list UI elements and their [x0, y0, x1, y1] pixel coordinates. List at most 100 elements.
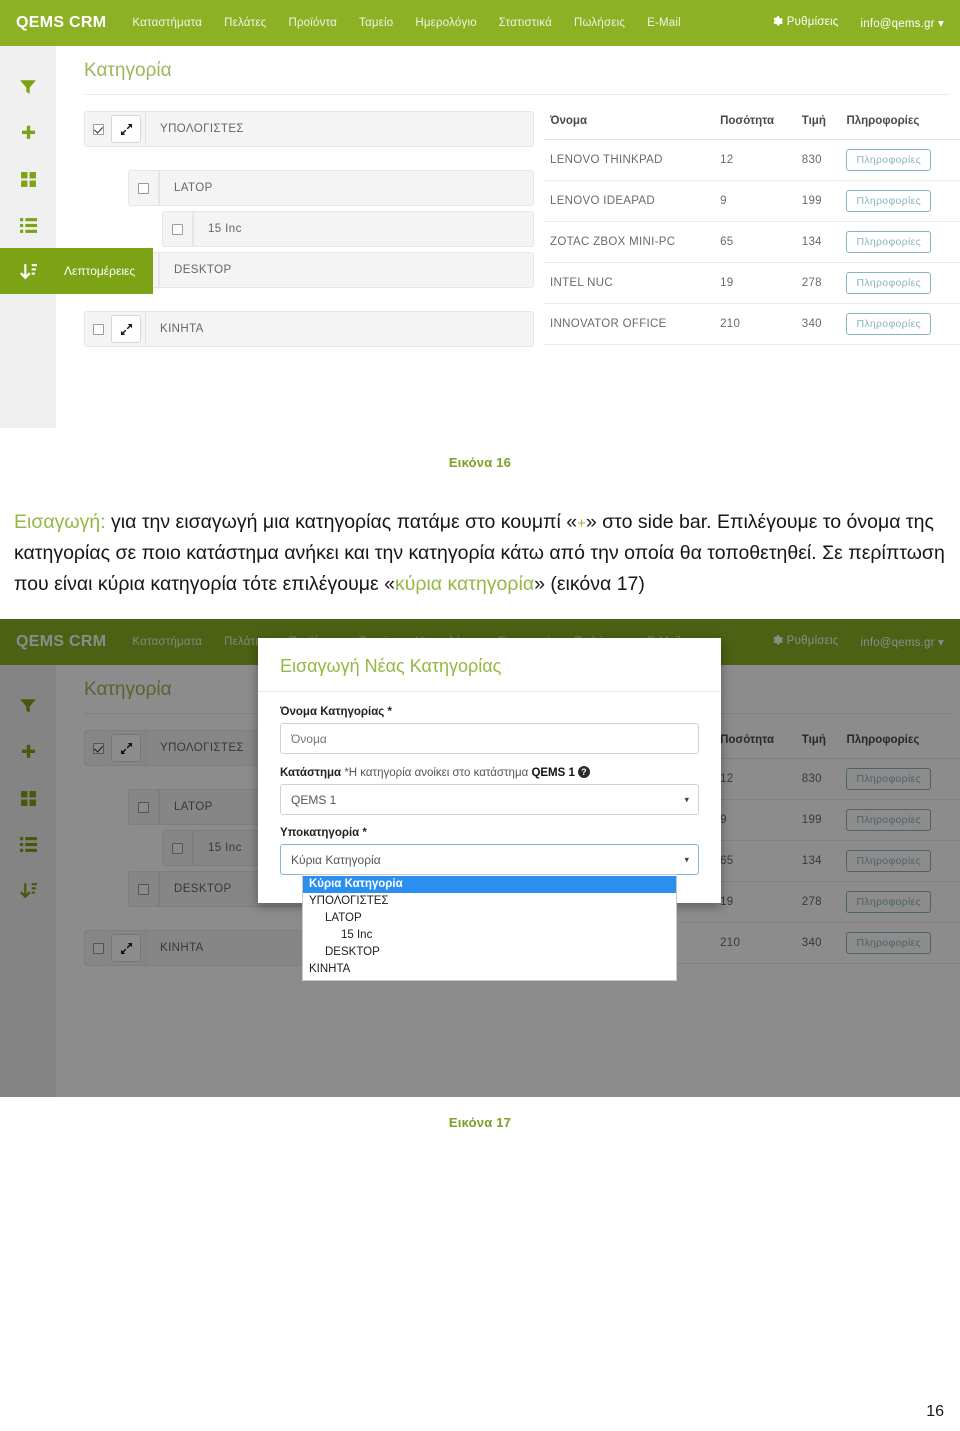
question-mark-icon[interactable]: ? [577, 766, 590, 779]
nav-account-menu[interactable]: info@qems.gr ▾ [860, 635, 944, 649]
cell-price: 134 [795, 221, 841, 263]
nav-link-customers[interactable]: Πελάτες [224, 17, 266, 29]
category-checkbox[interactable] [138, 182, 149, 194]
sidebar-item-grid[interactable] [0, 156, 56, 202]
nav-right-group: Ρυθμίσεις info@qems.gr ▾ [772, 16, 944, 30]
category-checkbox-cell[interactable] [129, 790, 159, 825]
dropdown-option-main-category[interactable]: Κύρια Κατηγορία [303, 876, 676, 894]
dropdown-option-15inc[interactable]: 15 Inc [303, 927, 676, 944]
nav-link-sales[interactable]: Πωλήσεις [574, 17, 625, 29]
nav-link-statistics[interactable]: Στατιστικά [499, 17, 552, 29]
category-label: DESKTOP [159, 253, 533, 287]
sidebar-item-list[interactable] [0, 821, 56, 867]
dropdown-option-latop[interactable]: LATOP [303, 910, 676, 927]
category-row-mobiles[interactable]: ΚΙΝΗΤΑ [84, 311, 534, 347]
category-checkbox-cell[interactable] [85, 312, 111, 346]
table-row: LENOVO THINKPAD 12 830 Πληροφορίες [544, 139, 960, 181]
sort-descending-icon [19, 263, 37, 280]
info-button[interactable]: Πληροφορίες [846, 891, 931, 914]
left-sidebar [0, 665, 56, 1098]
cell-qty: 65 [714, 840, 796, 883]
expand-icon[interactable] [111, 315, 141, 343]
cell-price: 340 [795, 922, 841, 965]
sidebar-item-list[interactable] [0, 202, 56, 248]
cell-price: 830 [795, 139, 841, 181]
category-row-latop[interactable]: LATOP [128, 170, 534, 206]
info-button[interactable]: Πληροφορίες [846, 190, 931, 212]
cell-price: 340 [795, 303, 841, 345]
category-checkbox[interactable] [92, 123, 104, 135]
info-button[interactable]: Πληροφορίες [846, 932, 931, 955]
content-panes: ΥΠΟΛΟΓΙΣΤΕΣ LATOP 15 Inc DESKTOP ΚΙΝΗΤΑ … [84, 95, 960, 352]
nav-link-settings[interactable]: Ρυθμίσεις [772, 16, 839, 30]
dropdown-option-computers[interactable]: ΥΠΟΛΟΓΙΣΤΕΣ [303, 893, 676, 910]
category-name-input[interactable] [280, 723, 699, 755]
info-button[interactable]: Πληροφορίες [846, 149, 931, 171]
nav-link-email[interactable]: E-Mail [647, 17, 681, 29]
category-checkbox[interactable] [92, 942, 104, 954]
info-button[interactable]: Πληροφορίες [846, 850, 931, 873]
nav-link-products[interactable]: Προϊόντα [288, 17, 337, 29]
dropdown-option-desktop[interactable]: DESKTOP [303, 944, 676, 961]
chevron-down-icon: ▾ [684, 794, 689, 805]
cell-qty: 65 [714, 221, 796, 263]
nav-settings-label: Ρυθμίσεις [786, 635, 839, 648]
subcategory-select[interactable]: Κύρια Κατηγορία ▾ [280, 844, 699, 876]
cell-price: 278 [795, 881, 841, 924]
list-icon [19, 836, 37, 853]
category-label: LATOP [159, 171, 533, 205]
category-checkbox-cell[interactable] [129, 872, 159, 907]
info-button[interactable]: Πληροφορίες [846, 768, 931, 791]
nav-link-stores[interactable]: Καταστήματα [132, 17, 202, 29]
label-subcategory: Υποκατηγορία * [280, 827, 367, 840]
sidebar-item-filter[interactable] [0, 683, 56, 729]
sidebar-item-details[interactable] [0, 867, 56, 913]
category-tree: ΥΠΟΛΟΓΙΣΤΕΣ LATOP 15 Inc DESKTOP ΚΙΝΗΤΑ [84, 111, 534, 352]
list-icon [19, 217, 37, 234]
expand-icon[interactable] [111, 934, 141, 963]
top-navbar: QEMS CRM Καταστήματα Πελάτες Προϊόντα Τα… [0, 0, 960, 46]
sidebar-item-add[interactable] [0, 110, 56, 156]
sidebar-item-grid[interactable] [0, 775, 56, 821]
paragraph-accent-term: κύρια κατηγορία [394, 572, 535, 595]
label-category-name: Όνομα Κατηγορίας * [280, 706, 392, 719]
store-select[interactable]: QEMS 1 ▾ [280, 784, 699, 816]
cell-qty: 210 [714, 922, 796, 965]
category-checkbox-cell[interactable] [85, 931, 111, 965]
sidebar-item-add[interactable] [0, 729, 56, 775]
dropdown-option-mobiles[interactable]: ΚΙΝΗΤΑ [303, 961, 676, 978]
paragraph-plus-symbol: + [577, 515, 586, 532]
category-checkbox-cell[interactable] [85, 731, 111, 765]
expand-icon[interactable] [111, 734, 141, 763]
app-brand: QEMS CRM [16, 633, 107, 651]
category-row-desktop[interactable]: DESKTOP [128, 252, 534, 288]
products-table: Όνομα Ποσότητα Τιμή Πληροφορίες LENOVO T… [544, 111, 960, 345]
info-button[interactable]: Πληροφορίες [846, 809, 931, 832]
sidebar-item-filter[interactable] [0, 64, 56, 110]
category-checkbox[interactable] [92, 742, 104, 754]
category-checkbox[interactable] [172, 842, 183, 854]
info-button[interactable]: Πληροφορίες [846, 231, 931, 253]
subcategory-dropdown-list[interactable]: Κύρια Κατηγορία ΥΠΟΛΟΓΙΣΤΕΣ LATOP 15 Inc… [302, 874, 677, 982]
category-checkbox-cell[interactable] [85, 112, 111, 146]
info-button[interactable]: Πληροφορίες [846, 313, 931, 335]
category-checkbox-cell[interactable] [163, 831, 193, 866]
category-checkbox[interactable] [138, 883, 149, 895]
category-checkbox-cell[interactable] [163, 212, 193, 246]
nav-link-calendar[interactable]: Ημερολόγιο [415, 17, 476, 29]
nav-account-menu[interactable]: info@qems.gr ▾ [860, 16, 944, 30]
category-checkbox-cell[interactable] [129, 171, 159, 205]
cell-info: Πληροφορίες [840, 221, 960, 263]
category-row-15inc[interactable]: 15 Inc [162, 211, 534, 247]
category-row-computers[interactable]: ΥΠΟΛΟΓΙΣΤΕΣ [84, 111, 534, 147]
nav-link-settings[interactable]: Ρυθμίσεις [772, 635, 839, 649]
category-checkbox[interactable] [92, 323, 104, 335]
nav-link-cashier[interactable]: Ταμείο [359, 17, 393, 29]
category-checkbox[interactable] [138, 801, 149, 813]
expand-icon[interactable] [111, 115, 141, 143]
nav-link-stores[interactable]: Καταστήματα [132, 636, 202, 648]
cell-name: ZOTAC ZBOX MINI-PC [544, 221, 715, 263]
sidebar-item-details[interactable]: Λεπτομέρειες [0, 248, 154, 294]
category-checkbox[interactable] [172, 223, 183, 235]
info-button[interactable]: Πληροφορίες [846, 272, 931, 294]
